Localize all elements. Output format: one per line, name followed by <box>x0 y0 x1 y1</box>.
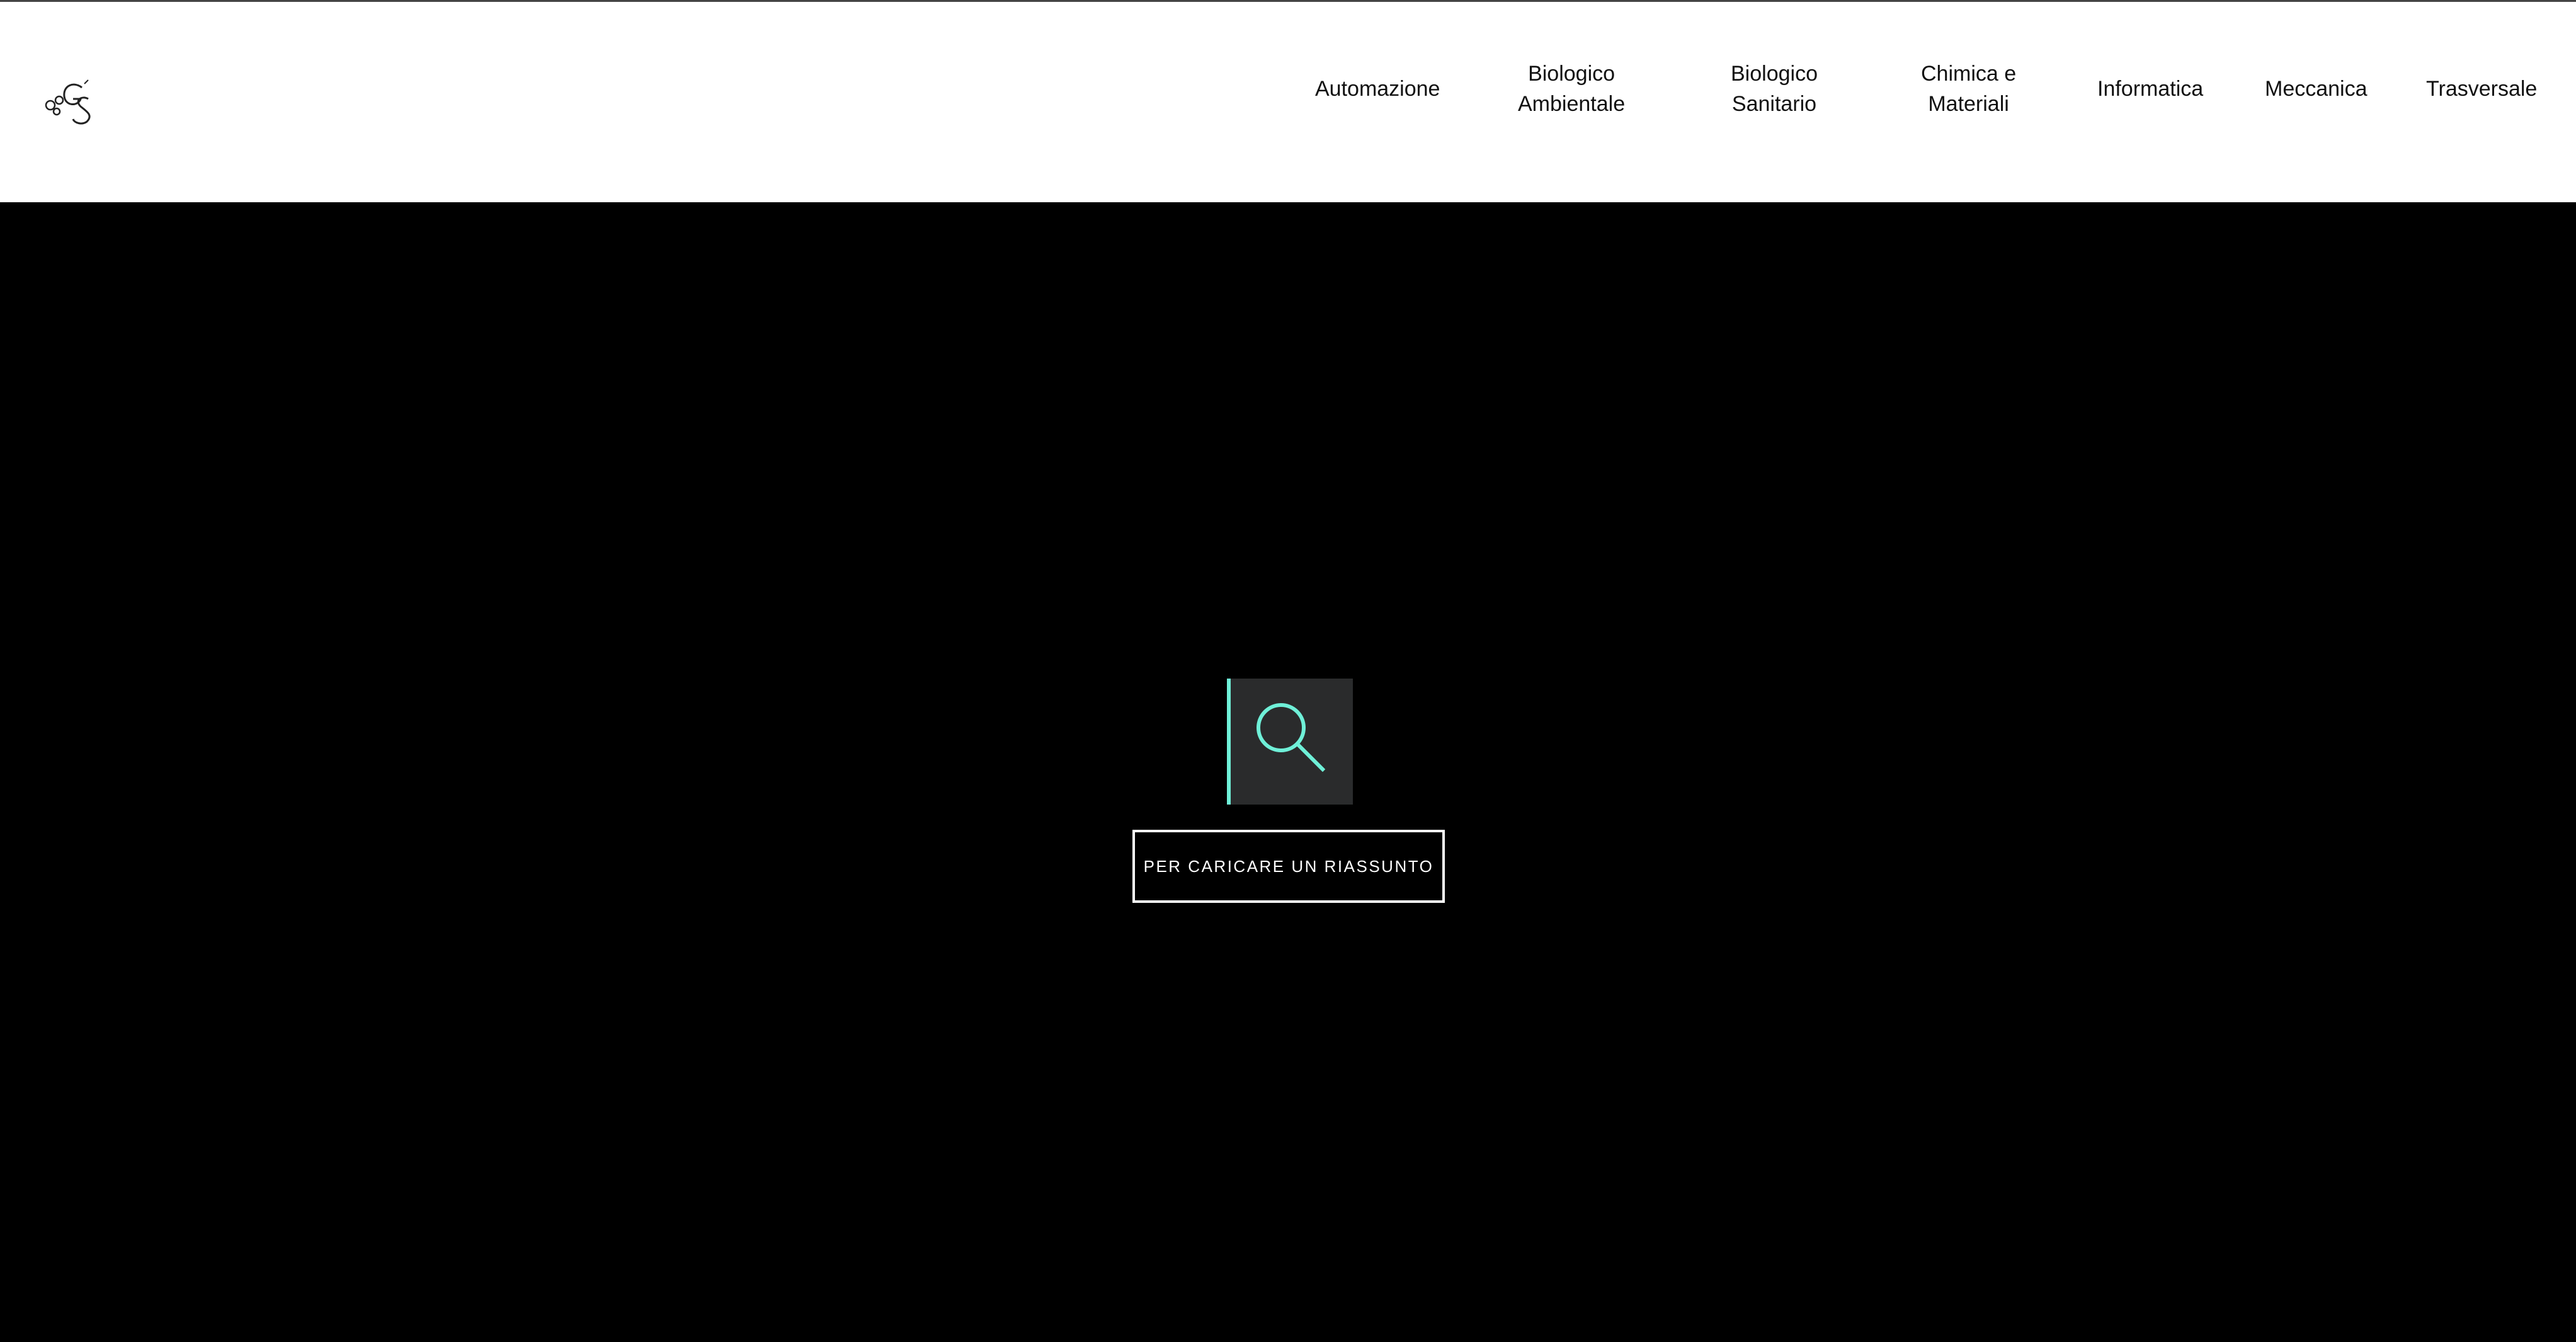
nav-label: Informatica <box>2097 77 2204 101</box>
nav-item-trasversale[interactable]: Trasversale <box>2426 74 2537 104</box>
upload-summary-button[interactable]: PER CARICARE UN RIASSUNTO <box>1132 830 1445 903</box>
nav-label: Sanitario <box>1731 92 1817 116</box>
search-icon <box>1257 703 1326 772</box>
nav-label: Biologico <box>1528 62 1616 86</box>
nav-item-biologico-ambientale[interactable]: Biologico Ambientale <box>1518 59 1625 119</box>
gs-monogram-logo-icon <box>45 79 91 125</box>
site-header: Automazione Biologico Ambientale Biologi… <box>0 2 2576 202</box>
nav-label: Biologico <box>1731 62 1818 86</box>
nav-item-biologico-sanitario[interactable]: Biologico Sanitario <box>1731 59 1818 119</box>
site-logo[interactable] <box>43 77 97 127</box>
nav-item-meccanica[interactable]: Meccanica <box>2265 74 2368 104</box>
nav-label: Ambientale <box>1518 92 1626 116</box>
nav-label: Chimica e <box>1921 62 2017 86</box>
nav-label: Trasversale <box>2426 77 2538 101</box>
nav-item-chimica-materiali[interactable]: Chimica e Materiali <box>1921 59 2016 119</box>
nav-item-informatica[interactable]: Informatica <box>2097 74 2203 104</box>
nav-label: Automazione <box>1315 77 1440 101</box>
nav-label: Materiali <box>1928 92 2009 116</box>
nav-item-automazione[interactable]: Automazione <box>1315 74 1440 104</box>
upload-summary-label: PER CARICARE UN RIASSUNTO <box>1143 856 1434 876</box>
nav-label: Meccanica <box>2265 77 2368 101</box>
search-button[interactable] <box>1227 679 1353 805</box>
search-accent-bar <box>1227 679 1231 805</box>
